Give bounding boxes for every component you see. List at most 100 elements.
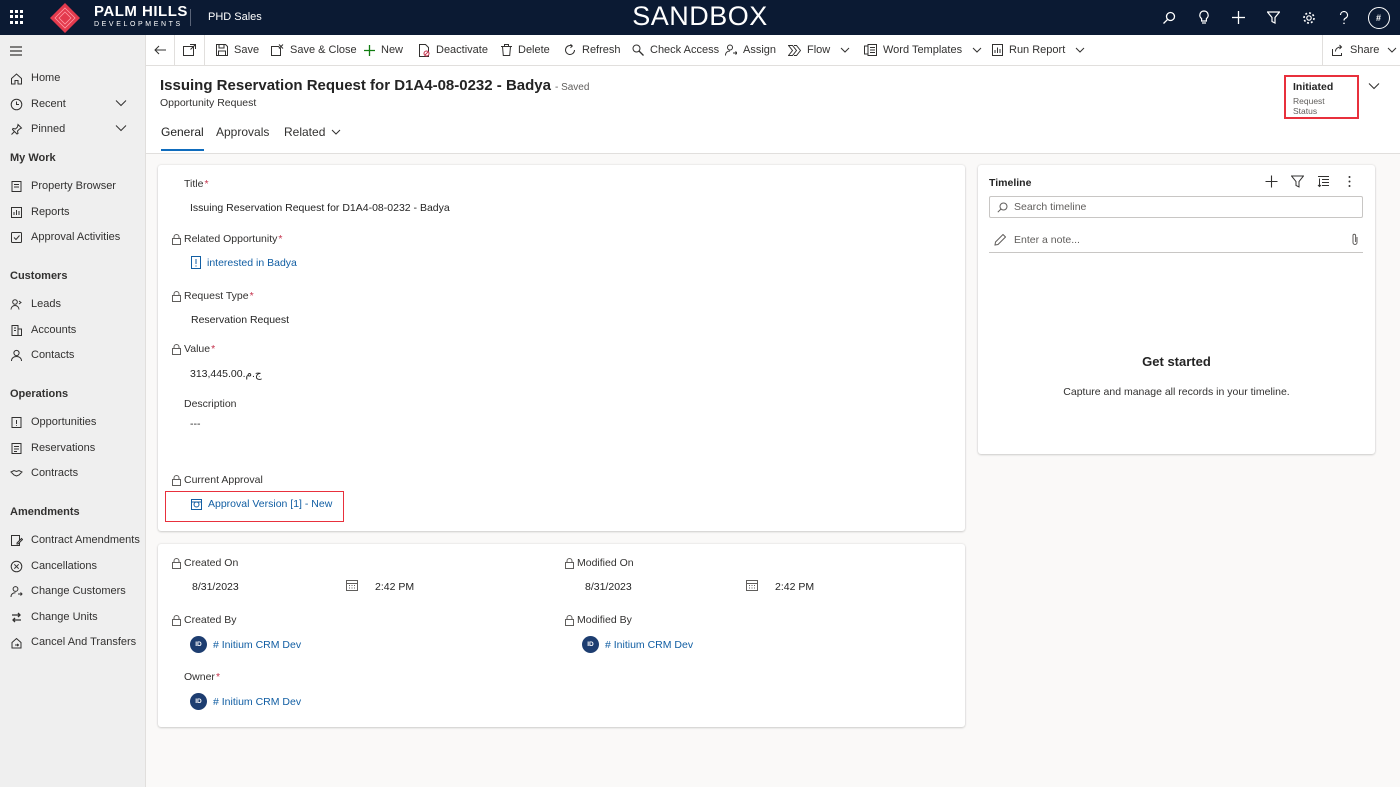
modified-by-link[interactable]: ID # Initium CRM Dev: [582, 636, 693, 653]
sidebar-item-change-customers[interactable]: Change Customers: [0, 579, 145, 603]
timeline-search-input[interactable]: Search timeline: [989, 196, 1363, 218]
chevron-down-icon[interactable]: [115, 99, 127, 107]
description-field-value[interactable]: ---: [190, 418, 201, 430]
plus-icon[interactable]: [1221, 0, 1256, 35]
sidebar-item-property-browser[interactable]: Property Browser: [0, 174, 145, 198]
sidebar-item-cancellations[interactable]: Cancellations: [0, 554, 145, 578]
run-report-menu-button[interactable]: Run Report: [992, 35, 1085, 65]
save-and-close-button[interactable]: Save & Close: [271, 35, 357, 65]
hamburger-menu-icon[interactable]: [10, 46, 22, 56]
check-access-button[interactable]: Check Access: [632, 35, 719, 65]
sidebar-item-home[interactable]: Home: [0, 66, 145, 90]
popout-icon: [183, 44, 196, 56]
lock-icon: [172, 290, 181, 302]
required-marker: *: [249, 290, 254, 302]
save-button[interactable]: Save: [216, 35, 259, 65]
calendar-icon: [746, 580, 758, 591]
assign-person-icon: [725, 44, 737, 56]
sort-list-icon[interactable]: [1317, 175, 1330, 188]
lock-icon: [172, 614, 181, 626]
search-icon[interactable]: [1151, 0, 1186, 35]
required-marker: *: [278, 233, 283, 245]
assign-button[interactable]: Assign: [725, 35, 776, 65]
sidebar-item-contacts[interactable]: Contacts: [0, 343, 145, 367]
refresh-button[interactable]: Refresh: [564, 35, 621, 65]
related-opportunity-link[interactable]: interested in Badya: [191, 256, 297, 269]
field-label-text: Description: [184, 398, 237, 410]
back-button[interactable]: [154, 35, 172, 65]
attachment-paperclip-icon[interactable]: [1351, 233, 1359, 246]
share-menu-button[interactable]: Share: [1332, 35, 1397, 65]
lightbulb-icon[interactable]: [1186, 0, 1221, 35]
required-marker: *: [204, 178, 209, 190]
save-icon: [216, 44, 228, 56]
request-status-field[interactable]: Initiated Request Status: [1284, 75, 1359, 119]
person-icon: [11, 349, 22, 361]
divider: [1322, 35, 1323, 65]
deactivate-button[interactable]: Deactivate: [419, 35, 488, 65]
add-timeline-icon[interactable]: [1265, 175, 1278, 188]
sidebar-item-reports[interactable]: Reports: [0, 200, 145, 224]
run-report-label: Run Report: [1009, 44, 1066, 56]
open-in-new-window-button[interactable]: [183, 35, 202, 65]
user-avatar[interactable]: #: [1361, 0, 1396, 35]
filter-icon[interactable]: [1256, 0, 1291, 35]
sidebar-item-accounts[interactable]: Accounts: [0, 318, 145, 342]
title-field-value[interactable]: Issuing Reservation Request for D1A4-08-…: [190, 202, 450, 214]
sidebar-item-label: Reservations: [31, 442, 96, 454]
settings-gear-icon[interactable]: [1291, 0, 1326, 35]
sidebar-item-label: Change Customers: [31, 585, 126, 597]
refresh-label: Refresh: [582, 44, 621, 56]
save-status: - Saved: [554, 82, 590, 93]
created-by-value: # Initium CRM Dev: [213, 638, 302, 651]
app-name[interactable]: PHD Sales: [208, 11, 262, 23]
sidebar-item-approval-activities[interactable]: Approval Activities: [0, 225, 145, 249]
timeline-note-input[interactable]: Enter a note...: [989, 228, 1363, 253]
flow-menu-button[interactable]: Flow: [788, 35, 850, 65]
sidebar-item-cancel-and-transfers[interactable]: Cancel And Transfers: [0, 630, 145, 654]
sidebar-item-recent[interactable]: Recent: [0, 92, 145, 116]
chevron-down-icon: [1388, 47, 1397, 53]
filter-icon[interactable]: [1291, 175, 1304, 188]
more-options-icon[interactable]: [1347, 175, 1352, 188]
tab-approvals[interactable]: Approvals: [216, 125, 269, 151]
user-avatar: ID: [582, 636, 599, 653]
sidebar-group-header: My Work: [10, 152, 56, 164]
help-icon[interactable]: [1326, 0, 1361, 35]
expand-header-chevron-icon[interactable]: [1368, 82, 1380, 90]
word-template-icon: [864, 44, 877, 56]
related-opportunity-value: interested in Badya: [207, 256, 297, 269]
refresh-icon: [565, 44, 576, 56]
lock-icon: [565, 614, 574, 626]
new-button[interactable]: New: [364, 35, 403, 65]
opportunity-icon: [191, 256, 201, 269]
owner-link[interactable]: ID # Initium CRM Dev: [190, 693, 301, 710]
field-label-text: Modified On: [577, 557, 634, 569]
delete-button[interactable]: Delete: [501, 35, 550, 65]
sidebar-item-opportunities[interactable]: Opportunities: [0, 410, 145, 434]
approval-icon: [11, 231, 22, 243]
sidebar-item-contracts[interactable]: Contracts: [0, 461, 145, 485]
app-launcher-icon[interactable]: [10, 10, 24, 24]
sidebar-item-reservations[interactable]: Reservations: [0, 436, 145, 460]
sidebar-item-label: Recent: [31, 98, 66, 110]
tab-general[interactable]: General: [161, 125, 204, 151]
sidebar-item-change-units[interactable]: Change Units: [0, 605, 145, 629]
created-by-link[interactable]: ID # Initium CRM Dev: [190, 636, 301, 653]
chevron-down-icon: [840, 47, 850, 53]
sidebar-item-label: Approval Activities: [31, 231, 121, 243]
sidebar-item-leads[interactable]: Leads: [0, 292, 145, 316]
report-icon: [11, 206, 22, 218]
tab-related[interactable]: Related: [284, 125, 341, 151]
sidebar-group-header: Customers: [10, 270, 68, 282]
field-label-text: Title: [184, 178, 204, 190]
user-initials: #: [1367, 6, 1390, 29]
brand-logo: PALM HILLS DEVELOPMENTS: [94, 4, 188, 28]
top-right-toolbar: #: [1151, 0, 1396, 35]
sidebar-item-contract-amendments[interactable]: Contract Amendments: [0, 528, 145, 552]
word-templates-menu-button[interactable]: Word Templates: [864, 35, 982, 65]
sidebar-item-label: Leads: [31, 298, 61, 310]
sidebar-item-pinned[interactable]: Pinned: [0, 117, 145, 141]
current-approval-link[interactable]: Approval Version [1] - New: [191, 498, 332, 510]
chevron-down-icon[interactable]: [115, 124, 127, 132]
